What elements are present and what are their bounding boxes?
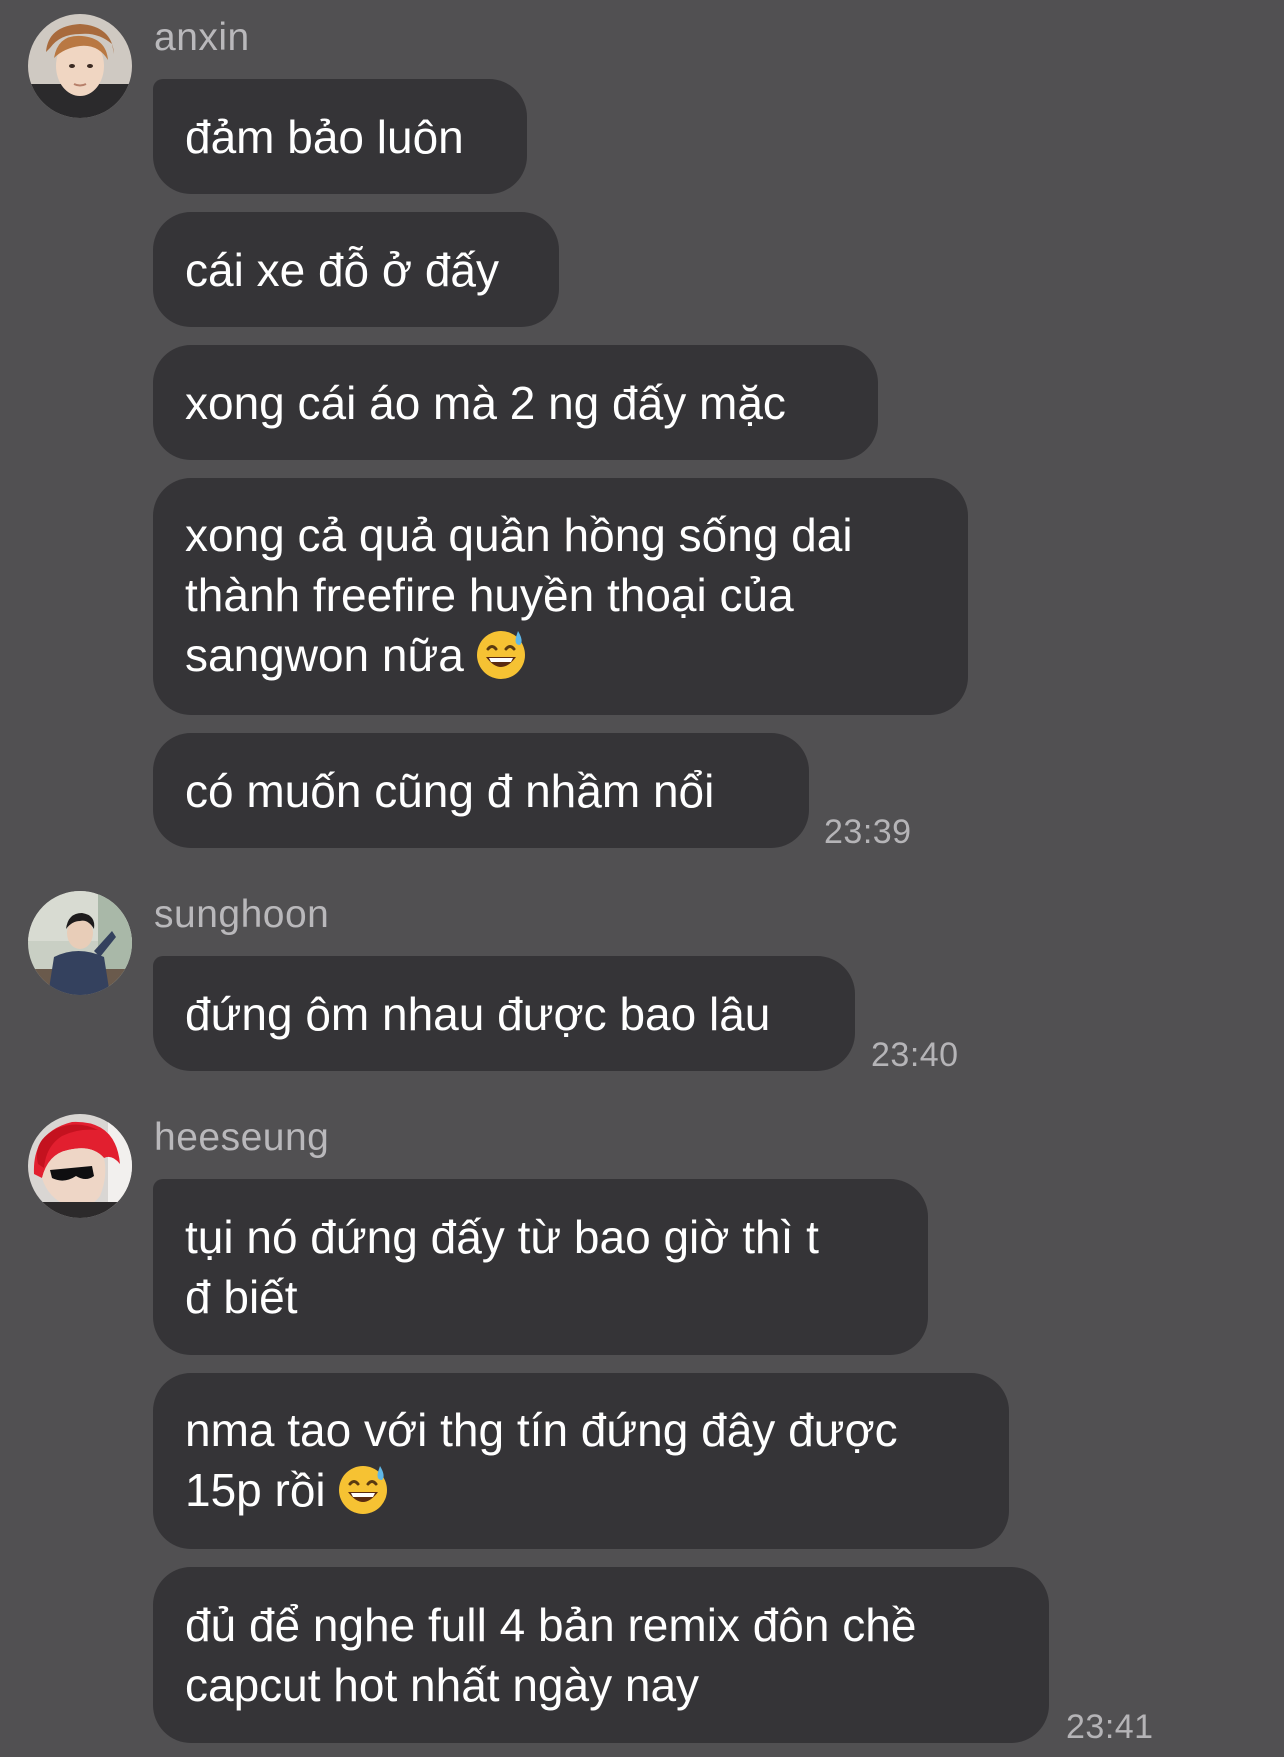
message-text-with-emoji: 15p rồi xyxy=(185,1460,976,1520)
avatar-sunghoon-icon xyxy=(28,891,132,995)
message-bubble[interactable]: đảm bảo luôn xyxy=(153,79,527,194)
message-bubble[interactable]: nma tao với thg tín đứng đây được 15p rồ… xyxy=(153,1373,1009,1549)
sender-name: heeseung xyxy=(154,1116,330,1159)
message-bubble[interactable]: đủ để nghe full 4 bản remix đôn chề capc… xyxy=(153,1567,1049,1743)
message-bubble[interactable]: đứng ôm nhau được bao lâu xyxy=(153,956,855,1071)
message-text: nma tao với thg tín đứng đây được xyxy=(185,1404,898,1456)
avatar-sunghoon[interactable] xyxy=(28,891,132,995)
message-bubble[interactable]: có muốn cũng đ nhầm nổi xyxy=(153,733,809,848)
message-text: thành freefire huyền thoại của xyxy=(185,569,794,621)
message-text-with-emoji: sangwon nữa xyxy=(185,625,935,685)
message-bubble[interactable]: cái xe đỗ ở đấy xyxy=(153,212,559,327)
message-bubble[interactable]: tụi nó đứng đấy từ bao giờ thì t đ biết xyxy=(153,1179,928,1355)
avatar-anxin[interactable] xyxy=(28,14,132,118)
message-text: đứng ôm nhau được bao lâu xyxy=(185,988,771,1040)
avatar-heeseung-icon xyxy=(28,1114,132,1218)
message-text: tụi nó đứng đấy từ bao giờ thì t xyxy=(185,1211,819,1263)
message-text: có muốn cũng đ nhầm nổi xyxy=(185,765,715,817)
sender-name: anxin xyxy=(154,16,250,59)
message-bubble[interactable]: xong cái áo mà 2 ng đấy mặc xyxy=(153,345,878,460)
sweat-smile-emoji-icon xyxy=(476,631,525,679)
message-text: đảm bảo luôn xyxy=(185,111,464,163)
message-text: xong cả quả quần hồng sống dai xyxy=(185,509,853,561)
message-text: đủ để nghe full 4 bản remix đôn chề xyxy=(185,1599,917,1651)
message-text: sangwon nữa xyxy=(185,629,464,681)
avatar-heeseung[interactable] xyxy=(28,1114,132,1218)
message-timestamp: 23:41 xyxy=(1066,1708,1154,1746)
sweat-smile-emoji-icon xyxy=(338,1466,387,1514)
message-bubble[interactable]: xong cả quả quần hồng sống dai thành fre… xyxy=(153,478,968,715)
message-text: capcut hot nhất ngày nay xyxy=(185,1659,700,1711)
message-text: cái xe đỗ ở đấy xyxy=(185,244,500,296)
avatar-anxin-icon xyxy=(28,14,132,118)
message-text: 15p rồi xyxy=(185,1464,326,1516)
message-timestamp: 23:40 xyxy=(871,1036,959,1074)
message-text: đ biết xyxy=(185,1271,298,1323)
message-timestamp: 23:39 xyxy=(824,813,912,851)
sender-name: sunghoon xyxy=(154,893,330,936)
message-text: xong cái áo mà 2 ng đấy mặc xyxy=(185,377,786,429)
